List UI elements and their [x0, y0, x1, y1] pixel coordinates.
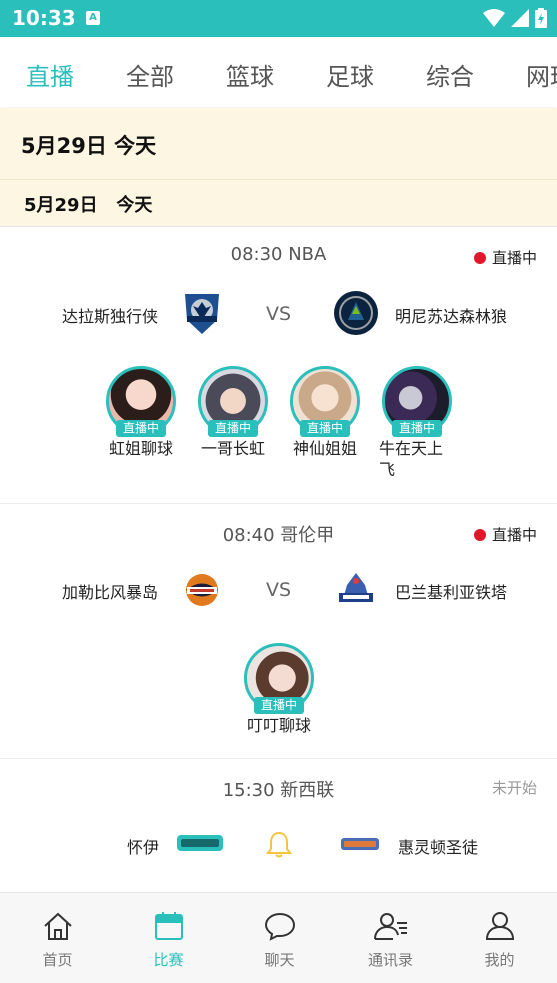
nav-contacts-label: 通讯录: [367, 951, 413, 969]
host-name: 叮叮聊球: [246, 716, 311, 735]
match-status-text: 未开始: [491, 779, 537, 797]
storm-logo-icon: [186, 574, 218, 606]
host-name: 一哥长虹: [200, 439, 265, 458]
host-name: 牛在天上飞: [379, 439, 444, 479]
home-team-name: 怀伊: [127, 838, 160, 857]
live-badge: 直播中: [392, 420, 442, 437]
nav-matches[interactable]: 比赛: [113, 911, 224, 970]
nav-matches-label: 比赛: [153, 951, 184, 969]
saints-logo-icon: [341, 838, 379, 850]
host-avatar-item[interactable]: 直播中 叮叮聊球: [239, 643, 319, 736]
signal-icon: [511, 9, 529, 27]
status-time: 10:33: [12, 6, 76, 30]
nav-chat[interactable]: 聊天: [224, 911, 335, 970]
date-header-large: 5月29日 今天: [0, 108, 557, 180]
match-status-text: 直播中: [491, 526, 537, 544]
live-badge: 直播中: [208, 420, 258, 437]
host-avatar-item[interactable]: 直播中 一哥长虹: [193, 366, 273, 459]
host-avatar-item[interactable]: 直播中 神仙姐姐: [285, 366, 365, 459]
nav-contacts[interactable]: 通讯录: [335, 911, 446, 970]
bell-icon[interactable]: [266, 830, 292, 858]
category-tabs: 直播 全部 篮球 足球 综合 网球: [0, 37, 557, 107]
calendar-icon: [154, 912, 183, 940]
away-team-name: 明尼苏达森林狼: [395, 307, 508, 326]
tab-general[interactable]: 综合: [426, 57, 474, 92]
tab-basketball[interactable]: 篮球: [226, 57, 274, 92]
mavericks-logo-icon: [185, 294, 219, 334]
host-name: 神仙姐姐: [292, 439, 357, 458]
match-status: 直播中: [473, 247, 537, 268]
nav-chat-label: 聊天: [264, 951, 295, 969]
tab-tennis[interactable]: 网球: [526, 57, 557, 92]
match-card[interactable]: 08:40 哥伦甲 直播中 加勒比风暴岛 VS 巴兰基利亚铁塔 直播中 叮叮聊球: [0, 505, 557, 759]
battery-icon: [535, 8, 547, 28]
notification-icon: A: [86, 11, 100, 25]
vs-label: VS: [266, 579, 292, 601]
away-team-name: 巴兰基利亚铁塔: [395, 583, 508, 602]
nav-home-label: 首页: [42, 951, 73, 969]
wairarapa-logo-icon: [177, 835, 223, 851]
host-name: 虹姐聊球: [108, 439, 173, 458]
live-badge: 直播中: [300, 420, 350, 437]
status-icons: [483, 8, 547, 28]
live-badge: 直播中: [116, 420, 166, 437]
titanics-logo-icon: [339, 573, 373, 602]
timberwolves-logo-icon: [334, 291, 378, 335]
nav-profile-label: 我的: [484, 951, 515, 969]
date-header-small: 5月29日 今天: [0, 180, 557, 227]
bottom-navigation: 首页 比赛 聊天 通讯录 我的: [0, 892, 557, 983]
live-badge: 直播中: [254, 697, 304, 714]
match-status: 未开始: [492, 777, 537, 798]
host-avatar-item[interactable]: 直播中 虹姐聊球: [101, 366, 181, 459]
vs-label: VS: [266, 303, 292, 325]
match-status: 直播中: [473, 524, 537, 545]
home-team-name: 达拉斯独行侠: [62, 307, 159, 326]
status-bar: 10:33 A: [0, 0, 557, 37]
tab-live[interactable]: 直播: [26, 57, 74, 92]
nav-home[interactable]: 首页: [2, 911, 113, 970]
away-team-name: 惠灵顿圣徒: [398, 838, 479, 857]
tab-football[interactable]: 足球: [326, 57, 374, 92]
live-dot-icon: [473, 528, 486, 541]
nav-profile[interactable]: 我的: [444, 911, 555, 970]
match-card[interactable]: 15:30 新西联 未开始 怀伊 惠灵顿圣徒: [0, 760, 557, 892]
home-team-name: 加勒比风暴岛: [62, 583, 159, 602]
match-status-text: 直播中: [491, 249, 537, 267]
date-header-small-text: 5月29日 今天: [24, 195, 153, 216]
profile-icon: [485, 912, 514, 940]
match-card[interactable]: 08:30 NBA 直播中 达拉斯独行侠 VS 明尼苏达森林狼 直播中 虹姐聊球…: [0, 228, 557, 504]
home-icon: [43, 912, 72, 940]
contacts-icon: [373, 913, 407, 940]
live-dot-icon: [473, 251, 486, 264]
chat-bubble-icon: [264, 912, 295, 941]
tab-all[interactable]: 全部: [126, 57, 174, 92]
wifi-icon: [483, 9, 505, 27]
match-time-league: 15:30 新西联: [222, 780, 335, 801]
date-header-large-text: 5月29日 今天: [21, 134, 157, 158]
host-avatar-item[interactable]: 直播中 牛在天上飞: [377, 366, 457, 480]
